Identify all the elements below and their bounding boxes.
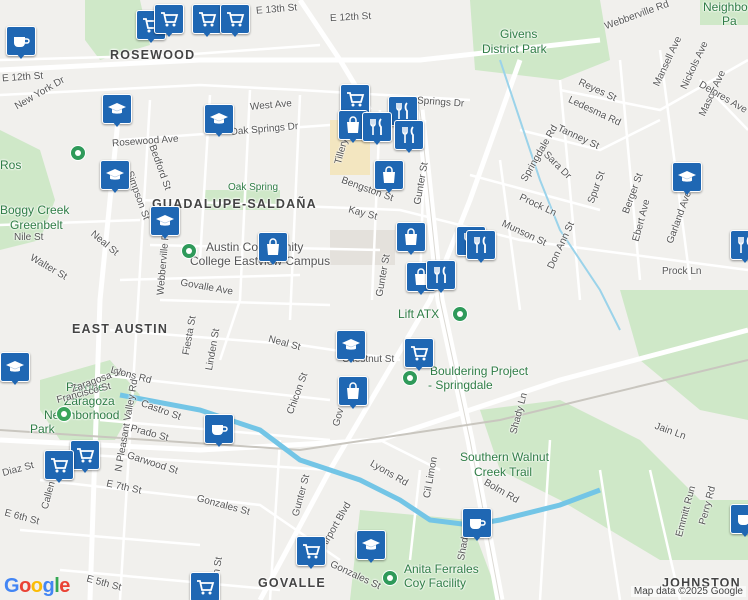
street-label: Nile St	[14, 232, 44, 243]
area-label-pa: Pa	[722, 14, 737, 28]
grocery-cart-icon	[199, 12, 217, 27]
school-marker[interactable]	[204, 104, 234, 137]
school-cap-icon	[210, 113, 228, 124]
coffee-cup-icon	[738, 515, 748, 525]
coffee-cup-icon	[470, 519, 486, 529]
map-base	[0, 0, 748, 600]
street-label: Prock Ln	[662, 266, 702, 277]
poi-marker-rosewood-park[interactable]	[70, 145, 86, 161]
school-cap-icon	[678, 171, 696, 182]
park-label-southern-walnut-2: Creek Trail	[474, 465, 533, 479]
poi-marker-bouldering[interactable]	[402, 370, 418, 386]
school-marker[interactable]	[0, 352, 30, 385]
grocery-cart-icon	[197, 580, 215, 595]
cafe-marker[interactable]	[730, 504, 748, 537]
shopping-marker[interactable]	[258, 232, 288, 265]
shopping-marker[interactable]	[396, 222, 426, 255]
restaurant-marker[interactable]	[466, 230, 496, 263]
poi-marker-parque[interactable]	[56, 406, 72, 422]
grocery-cart-icon	[77, 448, 95, 463]
park-label-boggy-1: Boggy Creek	[0, 203, 70, 217]
shopping-marker[interactable]	[338, 376, 368, 409]
coffee-cup-icon	[212, 425, 228, 435]
area-label-neighbo: Neighbo	[703, 0, 748, 14]
grocery-store-marker[interactable]	[220, 4, 250, 37]
grocery-cart-icon	[227, 12, 245, 27]
cafe-marker[interactable]	[204, 414, 234, 447]
restaurant-marker[interactable]	[426, 260, 456, 293]
grocery-store-marker[interactable]	[44, 450, 74, 483]
park-label-parque-4: Park	[30, 422, 55, 436]
cafe-marker[interactable]	[6, 26, 36, 59]
school-marker[interactable]	[100, 160, 130, 193]
map-view[interactable]: ROSEWOOD GUADALUPE-SALDAÑA EAST AUSTIN G…	[0, 0, 748, 600]
school-marker[interactable]	[672, 162, 702, 195]
map-data-credit[interactable]: Map data ©2025 Google	[630, 586, 746, 597]
school-cap-icon	[106, 169, 124, 180]
poi-marker-lift-atx[interactable]	[452, 306, 468, 322]
shopping-bag-icon	[347, 382, 359, 399]
street-label: E 12th St	[329, 10, 372, 25]
school-marker[interactable]	[336, 330, 366, 363]
place-label-anita-1[interactable]: Anita Ferrales	[404, 562, 479, 576]
cafe-marker[interactable]	[462, 508, 492, 541]
grocery-cart-icon	[161, 12, 179, 27]
shopping-bag-icon	[383, 166, 395, 183]
grocery-store-marker[interactable]	[192, 4, 222, 37]
poi-marker-acc[interactable]	[181, 243, 197, 259]
grocery-store-marker[interactable]	[154, 4, 184, 37]
school-marker[interactable]	[356, 530, 386, 563]
grocery-store-marker[interactable]	[190, 572, 220, 600]
restaurant-icon	[402, 126, 414, 143]
restaurant-icon	[738, 236, 748, 253]
school-cap-icon	[108, 103, 126, 114]
grocery-store-marker[interactable]	[404, 338, 434, 371]
grocery-cart-icon	[347, 92, 365, 107]
coffee-cup-icon	[14, 37, 30, 47]
park-label-southern-walnut-1: Southern Walnut	[460, 450, 549, 464]
grocery-store-marker[interactable]	[296, 536, 326, 569]
shopping-bag-icon	[347, 116, 359, 133]
place-label-bouldering-1[interactable]: Bouldering Project	[430, 364, 528, 378]
school-marker[interactable]	[150, 206, 180, 239]
shopping-marker[interactable]	[374, 160, 404, 193]
area-label-govalle: GOVALLE	[258, 576, 326, 590]
area-label-rosewood: ROSEWOOD	[110, 48, 196, 62]
school-cap-icon	[362, 539, 380, 550]
restaurant-icon	[370, 118, 382, 135]
google-logo: Google	[4, 575, 70, 597]
park-label-givens-1: Givens	[500, 27, 538, 41]
restaurant-icon	[474, 236, 486, 253]
school-cap-icon	[6, 361, 24, 372]
grocery-cart-icon	[51, 458, 69, 473]
area-label-east-austin: EAST AUSTIN	[72, 322, 169, 336]
park-label-rosewood-park: Rosewood Park	[0, 158, 22, 172]
restaurant-icon	[396, 102, 408, 119]
park-label-oak-spring: Oak Spring	[228, 182, 279, 193]
place-label-lift-atx[interactable]: Lift ATX	[398, 307, 439, 321]
restaurant-icon	[434, 266, 446, 283]
shopping-bag-icon	[267, 238, 279, 255]
school-cap-icon	[156, 215, 174, 226]
park-label-boggy-2: Greenbelt	[10, 218, 63, 232]
restaurant-marker[interactable]	[730, 230, 748, 263]
place-label-bouldering-2[interactable]: - Springdale	[428, 378, 493, 392]
school-marker[interactable]	[102, 94, 132, 127]
grocery-cart-icon	[303, 544, 321, 559]
shopping-bag-icon	[405, 228, 417, 245]
restaurant-marker[interactable]	[394, 120, 424, 153]
poi-marker-anita[interactable]	[382, 570, 398, 586]
place-label-anita-2[interactable]: Coy Facility	[404, 576, 466, 590]
grocery-cart-icon	[411, 346, 429, 361]
park-label-givens-2: District Park	[482, 42, 547, 56]
school-cap-icon	[342, 339, 360, 350]
place-label-acc-1[interactable]: Austin Community	[206, 240, 303, 254]
restaurant-marker[interactable]	[362, 112, 392, 145]
grocery-store-marker[interactable]	[70, 440, 100, 473]
